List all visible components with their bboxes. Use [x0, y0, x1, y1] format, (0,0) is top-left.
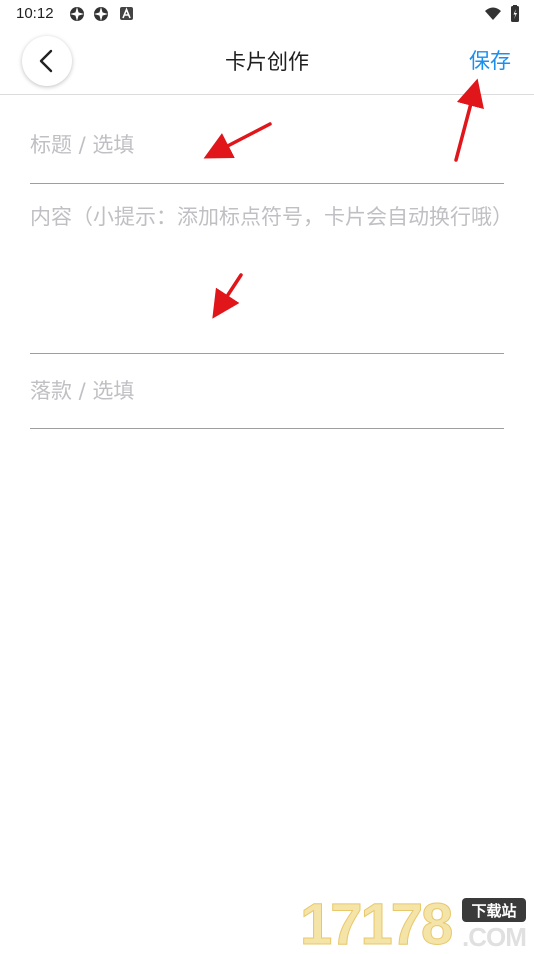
signature-input[interactable]	[30, 364, 504, 418]
content-field-container	[30, 195, 504, 354]
content-textarea[interactable]	[30, 195, 504, 335]
status-time: 10:12	[16, 5, 54, 22]
app-header: 卡片创作 保存	[0, 28, 534, 95]
app-notification-icon	[70, 7, 84, 21]
battery-icon	[511, 5, 519, 22]
watermark-logo: 17178 下载站 .COM	[300, 890, 530, 954]
svg-text:下载站: 下载站	[471, 902, 516, 920]
a-letter-icon	[120, 7, 133, 20]
title-input[interactable]	[30, 120, 504, 170]
signature-field-container	[30, 364, 504, 429]
svg-text:.COM: .COM	[462, 922, 526, 950]
status-bar: 10:12	[0, 0, 534, 28]
svg-text:17178: 17178	[300, 892, 452, 950]
wifi-icon	[485, 7, 501, 20]
app-notification-icon	[94, 7, 108, 21]
title-field-container	[30, 120, 504, 184]
page-title: 卡片创作	[225, 50, 309, 74]
save-button[interactable]: 保存	[469, 45, 511, 75]
